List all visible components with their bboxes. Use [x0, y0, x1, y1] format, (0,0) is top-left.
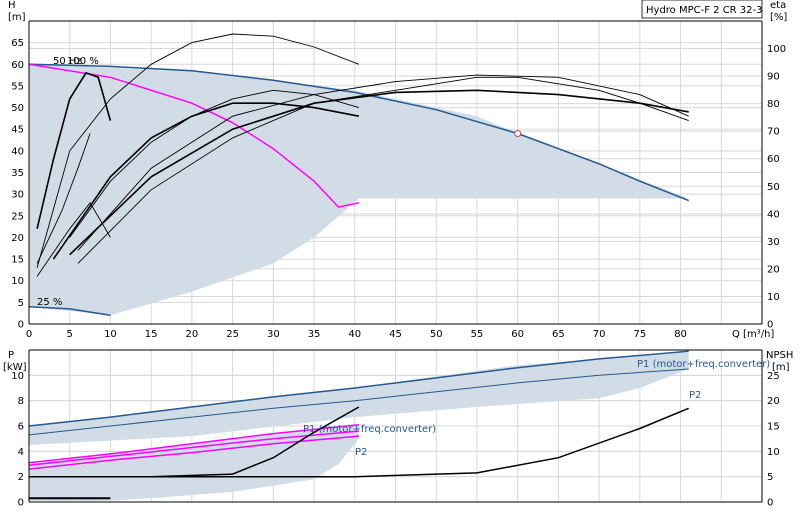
- head-x-tick-label: 35: [308, 329, 321, 340]
- head-y2-tick-label: 90: [767, 72, 780, 83]
- power-y2-tick-label: 10: [767, 447, 780, 458]
- head-x-tick-label: 50: [430, 329, 443, 340]
- head-x-tick-label: 25: [226, 329, 239, 340]
- power-y-tick-label: 4: [18, 447, 24, 458]
- power-y2-tick-label: 0: [767, 498, 773, 509]
- head-y-tick-label: 20: [11, 233, 24, 244]
- head-y-tick-label: 45: [11, 125, 24, 136]
- head-x-tick-label: 70: [593, 329, 606, 340]
- head-y-tick-label: 30: [11, 190, 24, 201]
- head-x-tick-label: 40: [348, 329, 361, 340]
- pump-performance-chart: 0510152025303540455055606501020304050607…: [3, 0, 793, 509]
- head-x-tick-label: 30: [267, 329, 280, 340]
- label-p2-one-pump: P2: [355, 447, 367, 458]
- operating-point-marker: [514, 130, 522, 138]
- power-y2-tick-label: 20: [767, 396, 780, 407]
- head-y2-tick-label: 80: [767, 99, 780, 110]
- head-y2-tick-label: 50: [767, 182, 780, 193]
- y-axis-label-head: H: [8, 0, 16, 11]
- head-x-tick-label: 10: [104, 329, 117, 340]
- head-y-tick-label: 55: [11, 81, 24, 92]
- head-x-tick-label: 15: [145, 329, 158, 340]
- y-axis-unit-head: [m]: [8, 12, 26, 23]
- label-p1-two-pump: P1 (motor+freq.converter): [637, 359, 770, 370]
- head-y-tick-label: 10: [11, 276, 24, 287]
- label-p2-two-pump: P2: [689, 390, 701, 401]
- head-y-tick-label: 15: [11, 255, 24, 266]
- power-y2-tick-label: 5: [767, 472, 773, 483]
- y2-axis-unit-npsh: [m]: [772, 362, 790, 373]
- head-x-tick-label: 20: [186, 329, 199, 340]
- head-y2-tick-label: 30: [767, 237, 780, 248]
- annotation-25-percent: 25 %: [37, 297, 62, 308]
- head-y-tick-label: 60: [11, 60, 24, 71]
- head-x-tick-label: 75: [633, 329, 646, 340]
- head-y-tick-label: 35: [11, 168, 24, 179]
- label-p1-one-pump: P1 (motor+freq.converter): [303, 424, 436, 435]
- annotation-100-percent: 100 %: [67, 56, 99, 67]
- head-y-tick-label: 50: [11, 103, 24, 114]
- power-y-tick-label: 2: [18, 472, 24, 483]
- legend-box-label: Hydro MPC-F 2 CR 32-3: [646, 5, 763, 16]
- head-y-tick-label: 25: [11, 211, 24, 222]
- head-y2-tick-label: 20: [767, 264, 780, 275]
- power-y-tick-label: 0: [18, 498, 24, 509]
- head-series-area-0: [29, 64, 689, 316]
- head-x-tick-label: 0: [26, 329, 32, 340]
- head-x-tick-label: 80: [674, 329, 687, 340]
- head-x-tick-label: 5: [67, 329, 73, 340]
- head-y2-tick-label: 100: [767, 44, 786, 55]
- y2-axis-unit-eta: [%]: [770, 12, 787, 23]
- y-axis-unit-power: [kW]: [3, 362, 27, 373]
- power-y2-tick-label: 15: [767, 422, 780, 433]
- power-y-tick-label: 6: [18, 422, 24, 433]
- y-axis-label-power: P: [8, 350, 14, 361]
- y2-axis-label-eta: eta: [770, 0, 786, 11]
- head-x-tick-label: 60: [511, 329, 524, 340]
- head-x-tick-label: 55: [471, 329, 484, 340]
- head-y-tick-label: 0: [18, 320, 24, 331]
- head-y-tick-label: 40: [11, 146, 24, 157]
- head-y-tick-label: 5: [18, 298, 24, 309]
- x-axis-label-flow: Q [m³/h]: [732, 329, 774, 340]
- power-y-tick-label: 8: [18, 396, 24, 407]
- head-x-tick-label: 45: [389, 329, 402, 340]
- head-y2-tick-label: 40: [767, 209, 780, 220]
- head-y-tick-label: 65: [11, 38, 24, 49]
- head-y2-tick-label: 60: [767, 154, 780, 165]
- head-y2-tick-label: 70: [767, 127, 780, 138]
- head-y2-tick-label: 10: [767, 292, 780, 303]
- head-x-tick-label: 65: [552, 329, 565, 340]
